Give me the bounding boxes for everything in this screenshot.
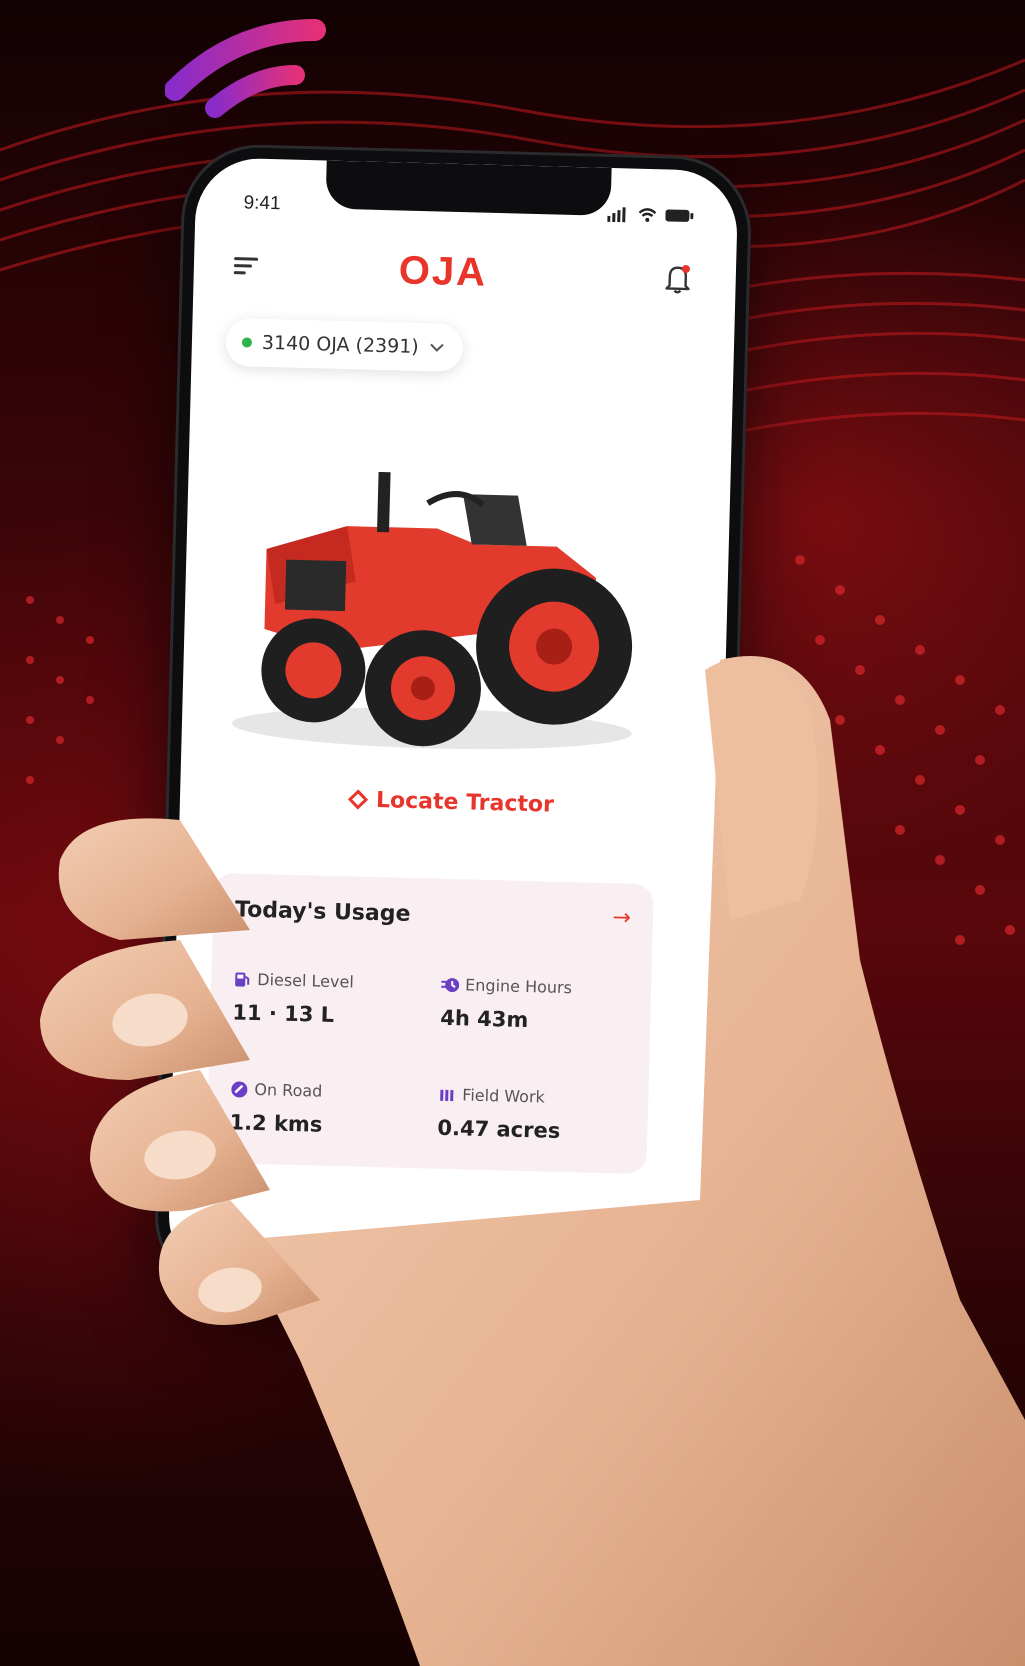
status-icons (607, 206, 694, 224)
phone-notch (325, 160, 612, 216)
vehicle-selector[interactable]: 3140 OJA (2391) (225, 317, 464, 373)
battery-icon (665, 209, 694, 222)
online-status-dot (241, 337, 253, 348)
hand-image (40, 656, 1025, 1666)
app-logo: OJA (398, 248, 488, 295)
status-time: 9:41 (243, 192, 281, 215)
wifi-icon (638, 208, 657, 222)
notification-bell-icon[interactable] (661, 261, 694, 296)
connectivity-logo-icon (165, 19, 326, 118)
chevron-down-icon (430, 343, 444, 352)
cellular-signal-icon (607, 207, 626, 223)
vehicle-label: 3140 OJA (2391) (261, 331, 420, 358)
menu-icon[interactable] (232, 254, 263, 279)
